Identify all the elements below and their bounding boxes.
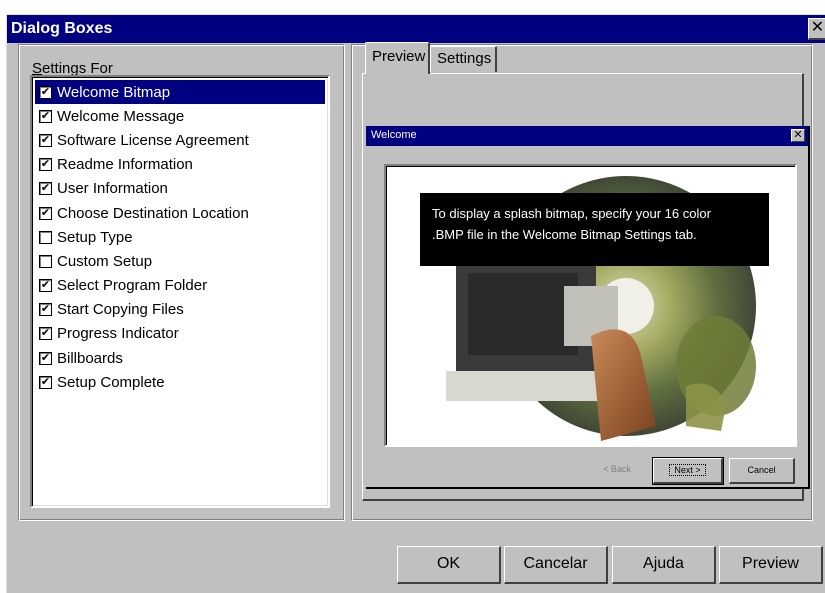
cancel-button[interactable]: Cancelar [504, 546, 608, 584]
checkbox[interactable]: ✔ [39, 182, 52, 196]
settings-listbox[interactable]: ✔ Welcome Bitmap ✔ Welcome Message ✔ Software… [30, 75, 330, 508]
preview-cancel-button[interactable]: Cancel [729, 458, 795, 484]
list-item[interactable]: ✔ Billboards [35, 346, 325, 370]
preview-window-title: Welcome [371, 129, 417, 141]
checkbox[interactable]: ✔ [39, 351, 52, 365]
list-item-label: User Information [57, 180, 168, 198]
list-item[interactable]: ✔ Select Program Folder [35, 274, 325, 298]
checkbox[interactable]: ✔ [39, 206, 52, 220]
list-item-label: Start Copying Files [57, 301, 184, 319]
list-item[interactable]: Custom Setup [35, 249, 325, 273]
checkbox[interactable]: ✔ [39, 375, 52, 389]
checkbox[interactable]: ✔ [39, 133, 52, 147]
list-item-label: Setup Type [57, 228, 133, 246]
checkbox[interactable]: ✔ [39, 109, 52, 123]
splash-tip-line1: To display a splash bitmap, specify your… [432, 206, 711, 221]
preview-next-label: Next > [669, 464, 706, 476]
list-item[interactable]: ✔ Choose Destination Location [35, 201, 325, 225]
preview-next-button[interactable]: Next > [652, 457, 724, 485]
list-item[interactable]: ✔ User Information [35, 177, 325, 201]
help-label: Ajuda [643, 555, 684, 572]
help-button[interactable]: Ajuda [612, 546, 716, 584]
window-title: Dialog Boxes [11, 20, 113, 37]
tab-settings[interactable]: Settings [430, 46, 497, 72]
preview-close-icon: ✕ [791, 129, 805, 142]
close-icon: ✕ [810, 19, 825, 36]
preview-label: Preview [742, 555, 799, 572]
tab-settings-label: Settings [437, 50, 492, 67]
splash-bitmap-area: To display a splash bitmap, specify your… [384, 164, 797, 447]
list-item-label: Progress Indicator [57, 325, 179, 343]
checkbox[interactable]: ✔ [39, 158, 52, 172]
checkbox[interactable] [39, 254, 52, 268]
cancel-label: Cancelar [523, 555, 588, 572]
checkbox[interactable]: ✔ [39, 303, 52, 317]
splash-tip-overlay: To display a splash bitmap, specify your… [420, 193, 769, 266]
splash-tip-line2: .BMP file in the Welcome Bitmap Settings… [432, 227, 697, 242]
ok-button[interactable]: OK [397, 546, 501, 584]
list-item[interactable]: ✔ Welcome Message [35, 104, 325, 128]
close-button[interactable]: ✕ [808, 18, 825, 40]
checkbox[interactable]: ✔ [39, 327, 52, 341]
checkbox[interactable]: ✔ [39, 85, 52, 99]
list-item-label: Select Program Folder [57, 277, 208, 295]
list-item-label: Welcome Bitmap [57, 83, 171, 101]
checkbox[interactable]: ✔ [39, 279, 52, 293]
list-item-label: Choose Destination Location [57, 204, 249, 222]
tab-preview[interactable]: Preview [365, 42, 430, 74]
list-item-label: Billboards [57, 349, 123, 367]
list-item[interactable]: ✔ Setup Complete [35, 370, 325, 394]
list-item-label: Setup Complete [57, 373, 165, 391]
preview-button[interactable]: Preview [719, 546, 823, 584]
list-item[interactable]: ✔ Readme Information [35, 153, 325, 177]
preview-cancel-label: Cancel [747, 465, 776, 475]
list-item[interactable]: ✔ Welcome Bitmap [35, 80, 325, 105]
ok-label: OK [436, 555, 461, 572]
preview-title-bar: Welcome ✕ [366, 126, 808, 146]
title-bar[interactable]: Dialog Boxes ✕ [7, 15, 825, 43]
list-item[interactable]: Setup Type [35, 225, 325, 249]
list-item-label: Software License Agreement [57, 131, 249, 149]
list-item[interactable]: ✔ Progress Indicator [35, 322, 325, 346]
checkbox[interactable] [39, 230, 52, 244]
list-item-label: Custom Setup [57, 252, 153, 270]
list-item[interactable]: ✔ Software License Agreement [35, 128, 325, 152]
list-item-label: Welcome Message [57, 107, 185, 125]
list-item[interactable]: ✔ Start Copying Files [35, 298, 325, 322]
welcome-preview-window: Welcome ✕ To display a splash bitmap, sp… [366, 126, 810, 489]
preview-back-label: < Back [603, 464, 631, 474]
preview-back-button[interactable]: < Back [586, 458, 648, 484]
tab-preview-label: Preview [372, 48, 426, 65]
list-item-label: Readme Information [57, 156, 193, 174]
